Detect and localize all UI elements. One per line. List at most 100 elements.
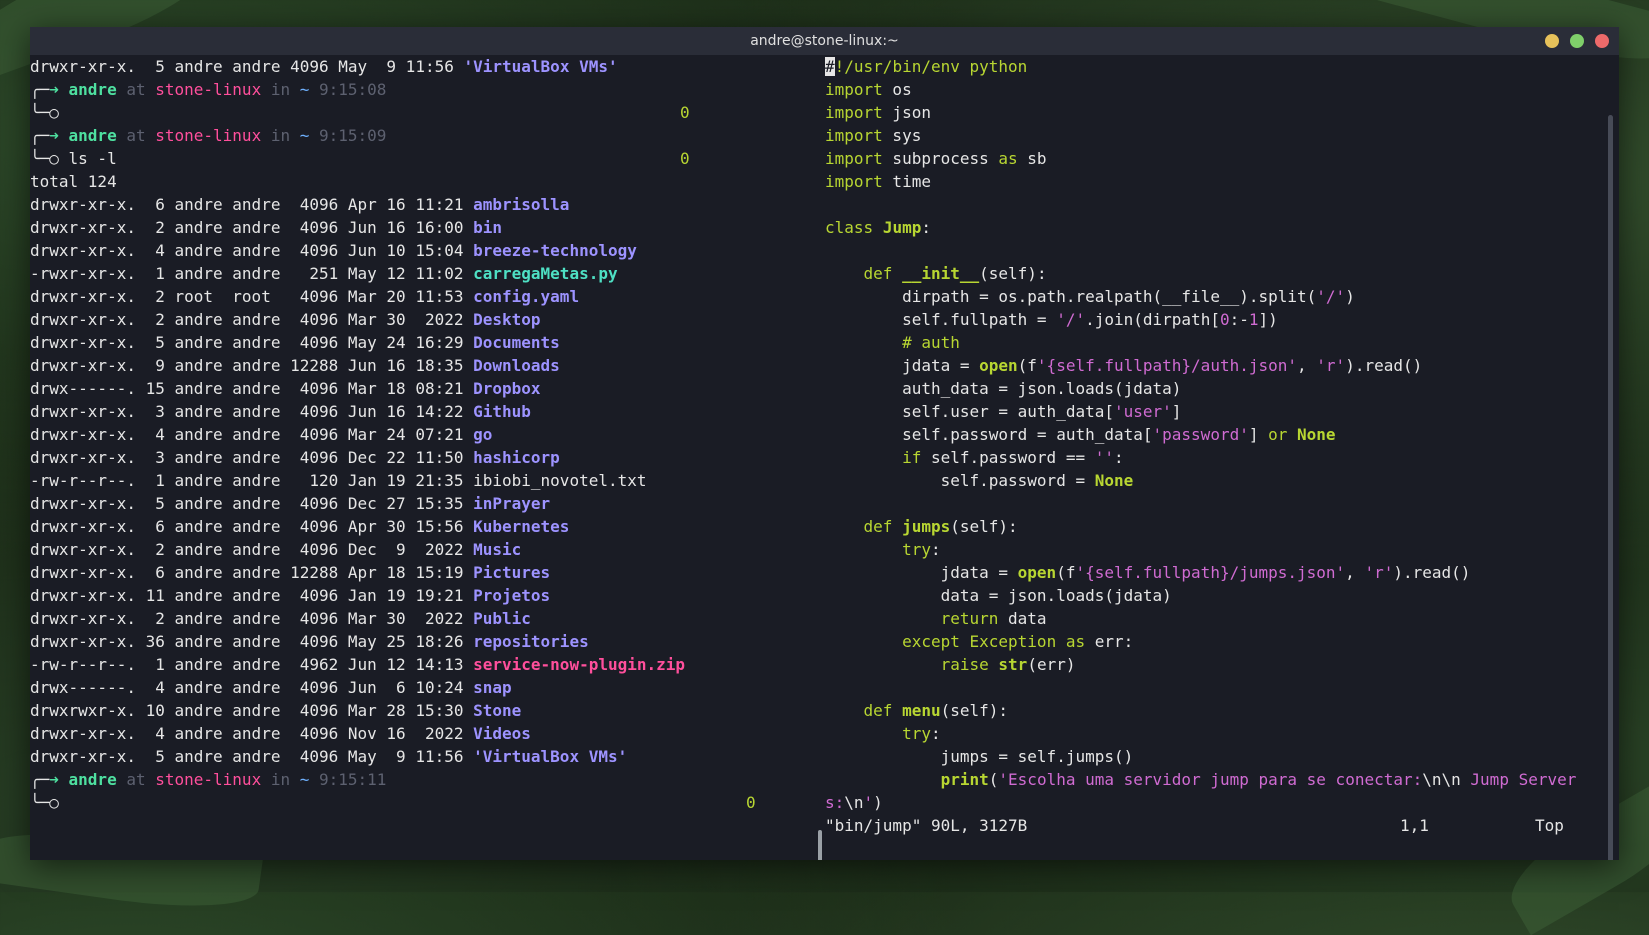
file-metadata: drwxr-xr-x. 36 andre andre 4096 May 25 1… <box>30 632 474 651</box>
code-line: def menu(self): <box>825 699 1601 722</box>
command-input[interactable]: ls -l <box>69 149 117 168</box>
code-token: Exception <box>969 632 1057 651</box>
shell-scrollbar-thumb[interactable] <box>818 830 822 860</box>
code-line: raise str(err) <box>825 653 1601 676</box>
code-token: jumps = self.jumps() <box>825 747 1134 766</box>
file-name[interactable]: Public <box>473 609 531 628</box>
file-name[interactable]: inPrayer <box>473 494 550 513</box>
window-titlebar[interactable]: andre@stone-linux:~ <box>30 27 1619 55</box>
prompt-bracket: ╰─○ <box>30 103 69 122</box>
code-token: subprocess <box>882 149 999 168</box>
code-token: import <box>825 126 883 145</box>
listing-row: drwxr-xr-x. 2 root root 4096 Mar 20 11:5… <box>30 285 815 308</box>
prompt-arrow-icon: ➜ <box>49 126 69 145</box>
vim-editor-pane[interactable]: #!/usr/bin/env python import os import jso… <box>825 55 1601 860</box>
prompt-input-line: ╰─○ ls -l 0 <box>30 147 815 170</box>
prompt-at: at <box>116 80 156 99</box>
file-name[interactable]: Github <box>473 402 531 421</box>
file-name[interactable]: hashicorp <box>473 448 560 467</box>
file-metadata: drwxr-xr-x. 2 andre andre 4096 Mar 30 20… <box>30 310 474 329</box>
file-name[interactable]: Dropbox <box>473 379 540 398</box>
code-token: __init__ <box>902 264 980 283</box>
shell-pane[interactable]: drwxr-xr-x. 5 andre andre 4096 May 9 11:… <box>30 55 815 860</box>
code-token: str <box>998 655 1028 674</box>
prompt-at: at <box>116 126 156 145</box>
prompt-host: stone-linux <box>155 770 262 789</box>
file-name[interactable]: Pictures <box>473 563 550 582</box>
code-line: return data <box>825 607 1601 630</box>
file-name[interactable]: Stone <box>473 701 521 720</box>
code-line: data = json.loads(jdata) <box>825 584 1601 607</box>
file-name[interactable]: go <box>473 425 492 444</box>
file-name[interactable]: carregaMetas.py <box>473 264 618 283</box>
pane-divider[interactable] <box>815 55 825 860</box>
terminal-window: andre@stone-linux:~ drwxr-xr-x. 5 andre … <box>30 27 1619 860</box>
code-token: 'Escolha uma servidor jump para se conec… <box>998 770 1423 789</box>
editor-cursor: # <box>825 57 835 76</box>
prompt-at: at <box>116 770 156 789</box>
close-button[interactable] <box>1595 34 1609 48</box>
file-name[interactable]: Projetos <box>473 586 550 605</box>
code-line: dirpath = os.path.realpath(__file__).spl… <box>825 285 1601 308</box>
file-metadata: drwxr-xr-x. 4 andre andre 4096 Jun 10 15… <box>30 241 474 260</box>
code-token: (f <box>1056 563 1076 582</box>
code-line: import sys <box>825 124 1601 147</box>
code-token: json <box>882 103 931 122</box>
code-token: sys <box>882 126 922 145</box>
file-name[interactable]: config.yaml <box>473 287 579 306</box>
prompt-dir: ~ <box>299 80 310 99</box>
file-name[interactable]: ambrisolla <box>473 195 569 214</box>
prompt-in: in <box>261 80 300 99</box>
code-token: '' <box>1094 448 1114 467</box>
file-name[interactable]: repositories <box>473 632 589 651</box>
editor-scrollbar[interactable] <box>1601 55 1619 860</box>
file-name[interactable]: bin <box>473 218 502 237</box>
file-name[interactable]: 'VirtualBox VMs' <box>473 747 627 766</box>
code-token: (f <box>1017 356 1037 375</box>
prompt-bracket: ╰─○ <box>30 149 69 168</box>
code-token: time <box>882 172 931 191</box>
prompt-bracket: ╭─ <box>30 126 50 145</box>
file-name[interactable]: Kubernetes <box>473 517 569 536</box>
prompt-arrow-icon: ➜ <box>49 80 69 99</box>
file-name[interactable]: service-now-plugin.zip <box>473 655 685 674</box>
code-token: data <box>998 609 1047 628</box>
listing-row: drwxr-xr-x. 6 andre andre 4096 Apr 30 15… <box>30 515 815 538</box>
editor-scrollbar-thumb[interactable] <box>1608 115 1613 860</box>
file-name[interactable]: ibiobi_novotel.txt <box>473 471 646 490</box>
code-token: # auth <box>902 333 960 352</box>
file-name[interactable]: snap <box>473 678 512 697</box>
minimize-button[interactable] <box>1545 34 1559 48</box>
file-name[interactable]: Music <box>473 540 521 559</box>
file-metadata: drwxr-xr-x. 5 andre andre 4096 Dec 27 15… <box>30 494 474 513</box>
maximize-button[interactable] <box>1570 34 1584 48</box>
file-metadata: drwx------. 15 andre andre 4096 Mar 18 0… <box>30 379 474 398</box>
code-token: : <box>930 540 941 559</box>
prompt-in: in <box>261 126 300 145</box>
code-token: Jump <box>882 218 922 237</box>
listing-row: drwxr-xr-x. 3 andre andre 4096 Dec 22 11… <box>30 446 815 469</box>
code-token: 'r' <box>1364 563 1394 582</box>
file-name[interactable]: 'VirtualBox VMs' <box>463 57 617 76</box>
prompt-host: stone-linux <box>155 126 262 145</box>
code-token: '/' <box>1316 287 1346 306</box>
code-token: open <box>979 356 1018 375</box>
code-line: import time <box>825 170 1601 193</box>
file-name[interactable]: breeze-technology <box>473 241 637 260</box>
code-token: Jump Server <box>1460 770 1577 789</box>
file-name[interactable]: Desktop <box>473 310 540 329</box>
code-token: 'user' <box>1113 402 1172 421</box>
code-line: if self.password == '': <box>825 446 1601 469</box>
code-token: s: <box>825 793 845 812</box>
file-name[interactable]: Downloads <box>473 356 560 375</box>
file-name[interactable]: Documents <box>473 333 560 352</box>
file-name[interactable]: Videos <box>473 724 531 743</box>
prompt-in: in <box>261 770 300 789</box>
